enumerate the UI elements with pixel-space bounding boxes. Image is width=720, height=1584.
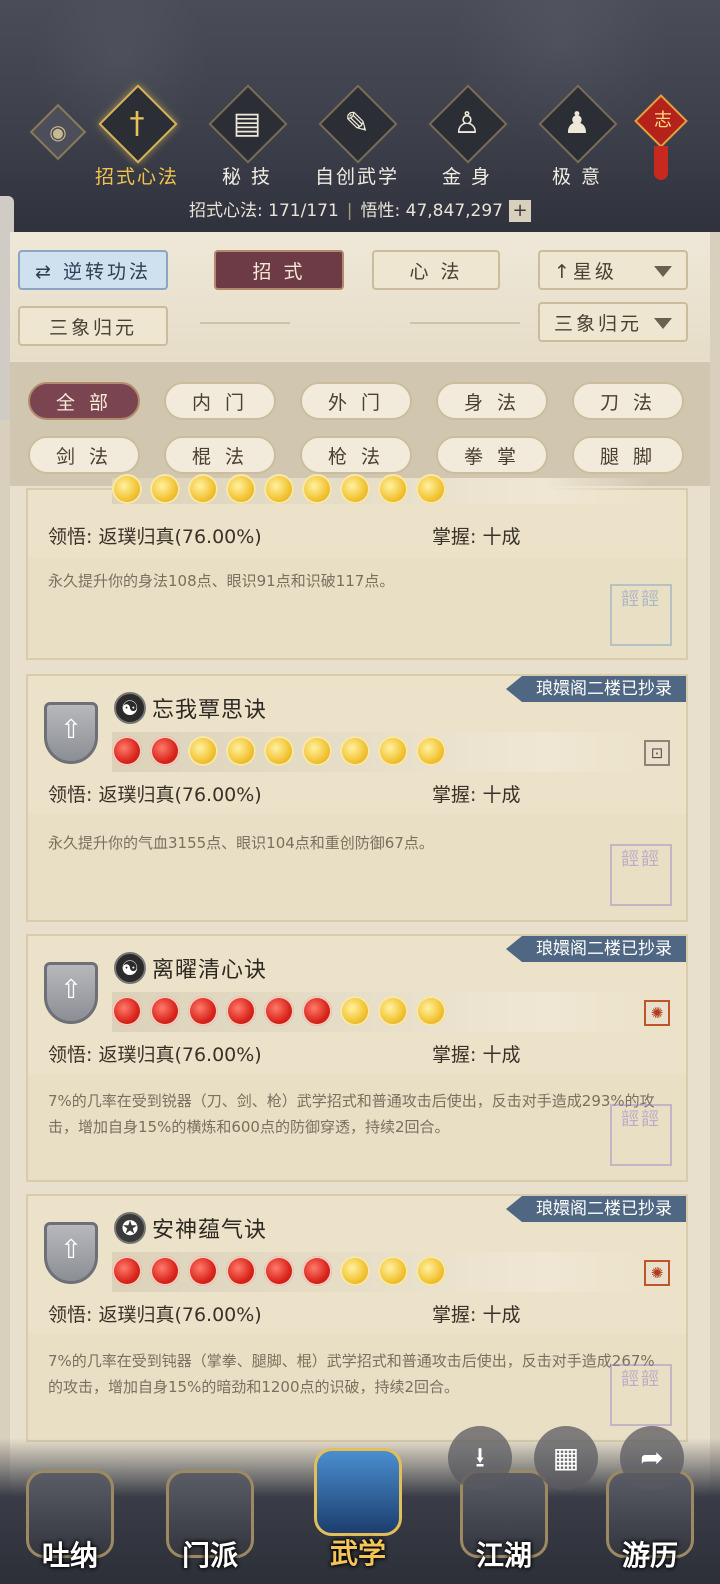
emblem-icon: ✪ <box>114 1212 146 1244</box>
star-rating <box>112 992 652 1032</box>
upgrade-shield-icon[interactable]: ⇧ <box>44 1222 98 1284</box>
counter-type-icon[interactable]: ✺ <box>644 1260 670 1286</box>
comprehension-text: 领悟: 返璞归真(76.00%) <box>48 784 262 806</box>
star-rating <box>112 474 652 504</box>
arrow-up-icon: ↑ <box>554 261 573 283</box>
star-rating <box>112 1252 652 1292</box>
set-select-label: 三象归元 <box>554 313 643 335</box>
filter-tag-sanxiang[interactable]: 三象归元 <box>18 306 168 346</box>
yin-yang-icon: ☯ <box>114 692 146 724</box>
martial-book-icon <box>314 1448 402 1536</box>
filter-inner[interactable]: 内 门 <box>164 382 276 420</box>
chinese-knot-ornament[interactable]: 志 <box>634 80 688 180</box>
filter-movement[interactable]: 身 法 <box>436 382 548 420</box>
sort-label: 星级 <box>572 261 617 283</box>
reverse-skill-label: 逆转功法 <box>62 261 151 283</box>
reverse-skill-button[interactable]: ⇄ 逆转功法 <box>18 250 168 290</box>
nav-label: 游历 <box>621 1539 678 1572</box>
comprehension-text: 领悟: 返璞归真(76.00%) <box>48 1044 262 1066</box>
nav-martial-arts[interactable]: 武学 <box>306 1440 410 1570</box>
filter-all[interactable]: 全 部 <box>28 382 140 420</box>
nav-breathing[interactable]: 吐纳 <box>18 1462 122 1580</box>
tab-label: 极 意 <box>551 166 603 188</box>
filter-outer[interactable]: 外 门 <box>300 382 412 420</box>
skill-card[interactable]: 琅嬛阁二楼已抄录 ⇧ ✪ 安神蕴气诀 ✺ 领悟: 返璞归真(76.00%) 掌握… <box>26 1194 688 1442</box>
upgrade-shield-icon[interactable]: ⇧ <box>44 702 98 764</box>
tab-secret-skills[interactable]: ▤ 秘 技 <box>192 84 302 190</box>
tab-ultimate-intent[interactable]: ♟ 极 意 <box>522 84 632 190</box>
upgrade-shield-icon[interactable]: ⇧ <box>44 962 98 1024</box>
tab-label: 金 身 <box>441 166 493 188</box>
mastery-text: 掌握: 十成 <box>432 1304 521 1326</box>
tab-moves[interactable]: 招 式 <box>214 250 344 290</box>
comprehension-text: 领悟: 返璞归真(76.00%) <box>48 526 262 548</box>
chevron-down-icon <box>654 266 672 277</box>
skill-card[interactable]: 琅嬛阁二楼已抄录 ⇧ ☯ 离曜清心诀 ✺ 领悟: 返璞归真(76.00%) 掌握… <box>26 934 688 1182</box>
skill-title: 安神蕴气诀 <box>152 1218 268 1243</box>
set-select[interactable]: 三象归元 <box>538 302 688 342</box>
tab-label: 自创武学 <box>314 166 399 188</box>
copied-badge: 琅嬛阁二楼已抄录 <box>506 1196 686 1222</box>
tab-self-created[interactable]: ✎ 自创武学 <box>302 84 412 190</box>
divider <box>200 322 290 324</box>
moves-count: 招式心法: 171/171 <box>189 201 339 221</box>
skill-description: 永久提升你的气血3155点、眼识104点和重创防御67点。 <box>48 834 434 852</box>
nav-label: 武学 <box>329 1537 386 1570</box>
filter-sword[interactable]: 剑 法 <box>28 436 140 474</box>
seal-stamp: 䪫䪫 <box>610 844 672 906</box>
filter-staff[interactable]: 棍 法 <box>164 436 276 474</box>
mastery-text: 掌握: 十成 <box>432 526 521 548</box>
skill-description: 7%的几率在受到锐器（刀、剑、枪）武学招式和普通攻击后使出，反击对手造成293%… <box>48 1092 655 1136</box>
neigong-type-icon[interactable]: ⊡ <box>644 740 670 766</box>
seal-stamp: 䪫䪫 <box>610 584 672 646</box>
stance-icon: ♟ <box>563 106 591 141</box>
grid-icon[interactable]: ▦ <box>534 1426 598 1490</box>
nav-label: 江湖 <box>475 1539 532 1572</box>
chevron-down-icon <box>654 318 672 329</box>
comprehension-text: 领悟: 返璞归真(76.00%) <box>48 1304 262 1326</box>
add-insight-button[interactable]: + <box>508 200 531 222</box>
star-rating <box>112 732 652 772</box>
insight-value: 悟性: 47,847,297 <box>360 201 503 221</box>
tab-label: 招式心法 <box>94 166 179 188</box>
filter-blade[interactable]: 刀 法 <box>572 382 684 420</box>
tab-golden-body[interactable]: ♙ 金 身 <box>412 84 522 190</box>
filter-spear[interactable]: 枪 法 <box>300 436 412 474</box>
nav-label: 门派 <box>181 1539 238 1572</box>
sort-select[interactable]: ↑星级 <box>538 250 688 290</box>
tab-mind[interactable]: 心 法 <box>372 250 500 290</box>
knot-char: 志 <box>654 110 672 131</box>
yin-yang-icon: ☯ <box>114 952 146 984</box>
sword-icon: † <box>129 106 145 141</box>
filter-leg[interactable]: 腿 脚 <box>572 436 684 474</box>
stats-line: 招式心法: 171/171 | 悟性: 47,847,297 + <box>0 196 720 222</box>
seal-stamp: 䪫䪫 <box>610 1104 672 1166</box>
counter-type-icon[interactable]: ✺ <box>644 1000 670 1026</box>
book-icon: ▤ <box>232 106 262 141</box>
eye-icon: ◉ <box>49 120 67 144</box>
mastery-text: 掌握: 十成 <box>432 784 521 806</box>
share-icon[interactable]: ➦ <box>620 1426 684 1490</box>
copied-badge: 琅嬛阁二楼已抄录 <box>506 676 686 702</box>
skill-description: 永久提升你的身法108点、眼识91点和识破117点。 <box>48 572 395 590</box>
skill-card[interactable]: 领悟: 返璞归真(76.00%) 掌握: 十成 永久提升你的身法108点、眼识9… <box>26 474 688 660</box>
mastery-text: 掌握: 十成 <box>432 1044 521 1066</box>
skill-card[interactable]: 琅嬛阁二楼已抄录 ⇧ ☯ 忘我覃思诀 ⊡ 领悟: 返璞归真(76.00%) 掌握… <box>26 674 688 922</box>
tab-label: 秘 技 <box>221 166 273 188</box>
nav-label: 吐纳 <box>41 1539 98 1572</box>
swap-icon: ⇄ <box>35 261 54 283</box>
skill-title: 离曜清心诀 <box>152 958 268 983</box>
filter-fist[interactable]: 拳 掌 <box>436 436 548 474</box>
skill-description: 7%的几率在受到钝器（掌拳、腿脚、棍）武学招式和普通攻击后使出，反击对手造成26… <box>48 1352 655 1396</box>
divider <box>410 322 520 324</box>
scroll-icon: ✎ <box>344 106 370 141</box>
download-icon[interactable]: ⭳ <box>448 1426 512 1490</box>
copied-badge: 琅嬛阁二楼已抄录 <box>506 936 686 962</box>
seal-stamp: 䪫䪫 <box>610 1364 672 1426</box>
nav-sect[interactable]: 门派 <box>158 1462 262 1580</box>
tab-moves-mind[interactable]: † 招式心法 <box>82 84 192 190</box>
skill-title: 忘我覃思诀 <box>152 698 268 723</box>
meditate-icon: ♙ <box>453 106 481 141</box>
